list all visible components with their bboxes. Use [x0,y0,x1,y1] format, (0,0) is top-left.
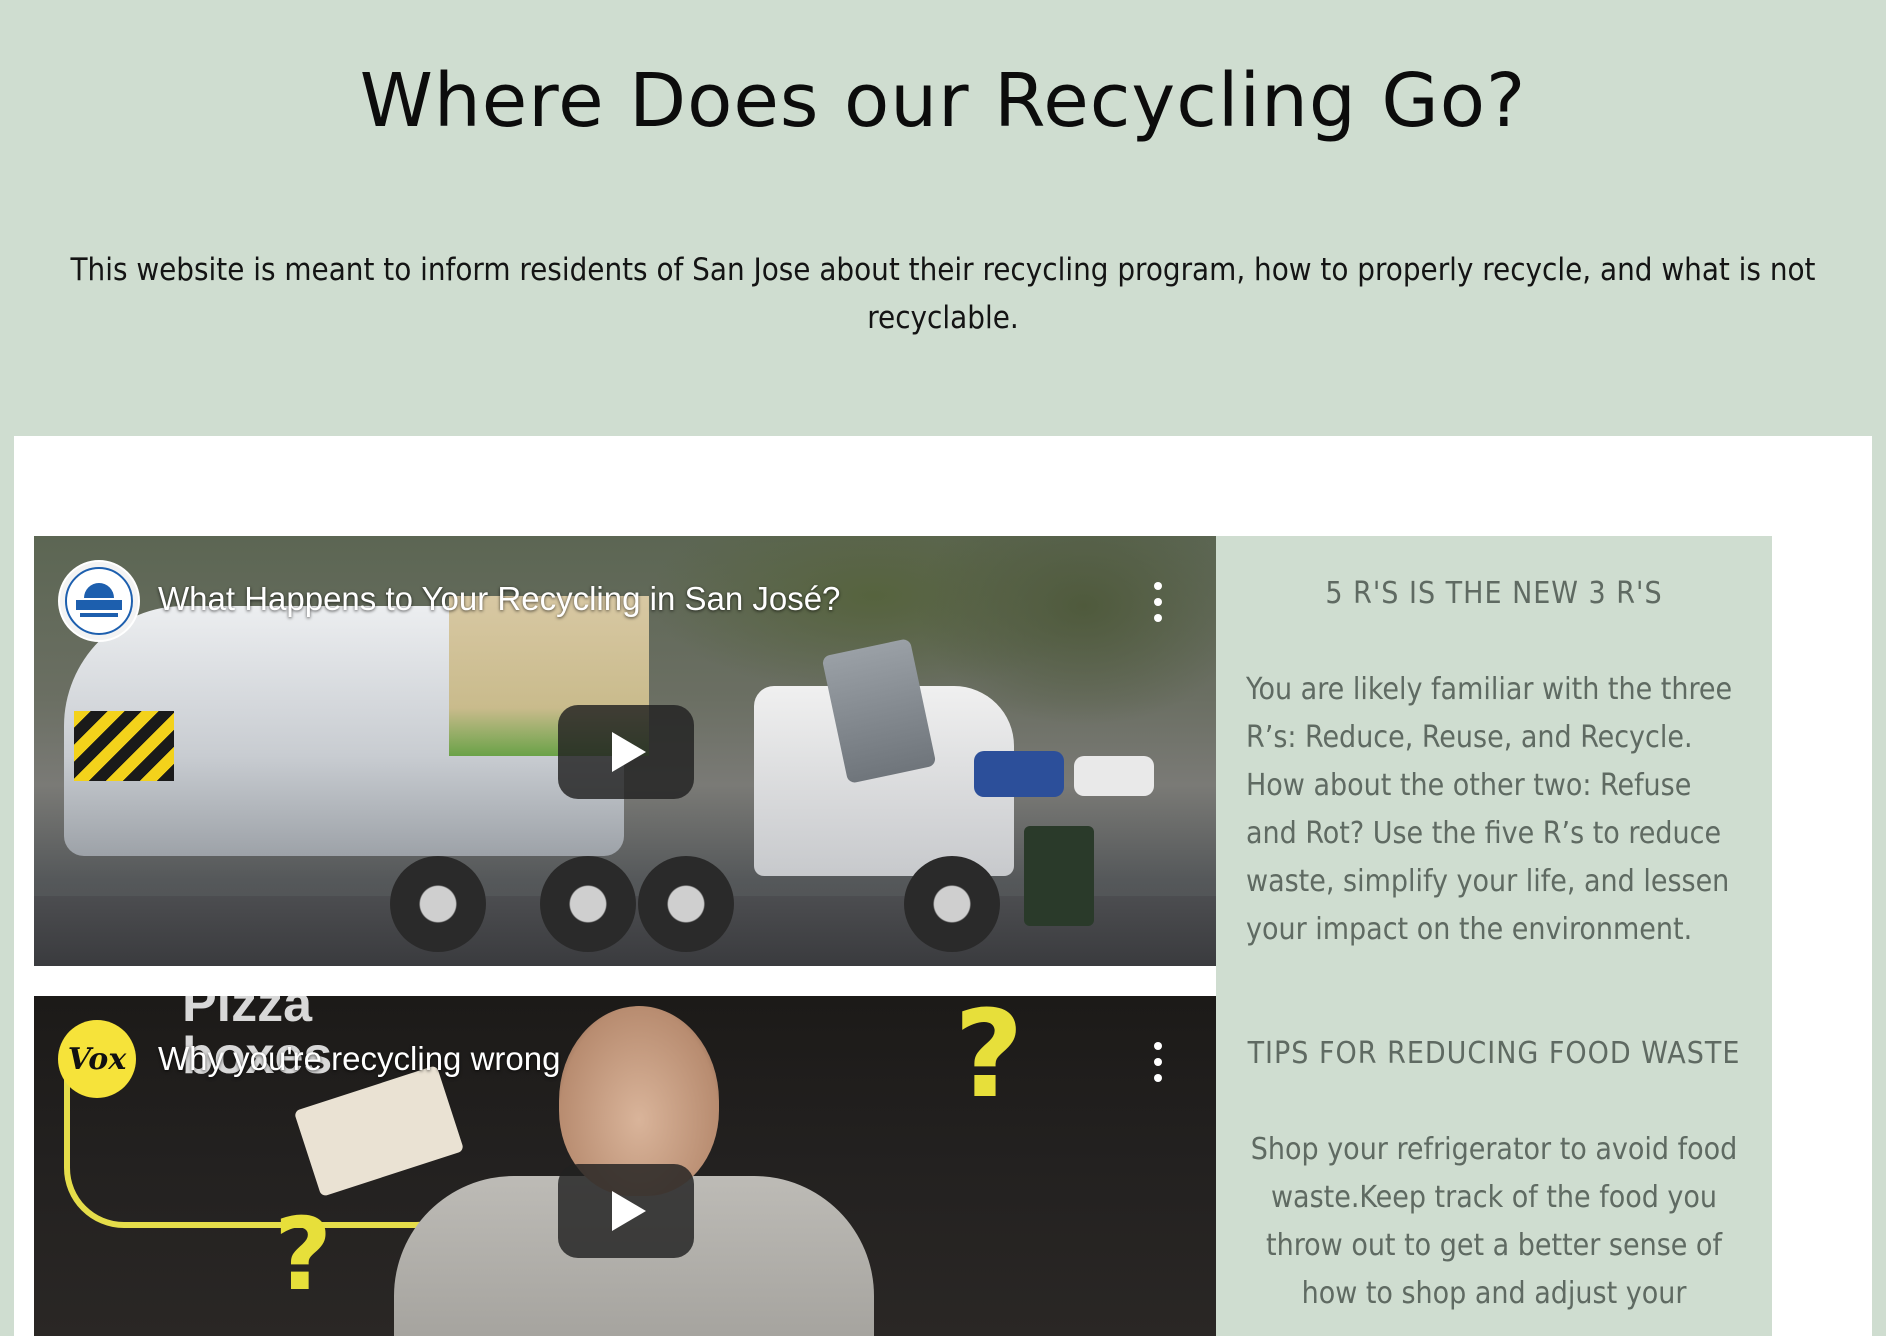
info-sidebar: 5 R'S IS THE NEW 3 R'S You are likely fa… [1216,536,1772,1336]
question-mark-icon: ? [274,1196,333,1313]
section-text-food-waste: Shop your refrigerator to avoid food was… [1250,1132,1738,1311]
thumbnail-caution-sign [74,711,174,781]
play-button[interactable] [558,705,694,799]
vox-logo-text: Vox [67,1041,127,1077]
question-mark-icon: ? [954,996,1024,1125]
more-options-icon[interactable] [1152,1042,1164,1082]
video-title[interactable]: What Happens to Your Recycling in San Jo… [158,580,840,618]
thumbnail-wheel [540,856,636,952]
section-text-5rs: You are likely familiar with the three R… [1246,672,1733,947]
video-embed-why-recycling-wrong[interactable]: Pizza boxes ? ? Vox Why you're recycling… [34,996,1216,1336]
video-embed-recycling-san-jose[interactable]: What Happens to Your Recycling in San Jo… [34,536,1216,966]
san-jose-channel-icon[interactable] [58,560,140,642]
section-heading-5rs: 5 R'S IS THE NEW 3 R'S [1325,576,1663,611]
page-title: Where Does our Recycling Go? [359,58,1527,144]
play-icon [612,1191,646,1231]
video-title[interactable]: Why you're recycling wrong [158,1040,560,1078]
san-jose-logo-icon [65,567,133,635]
thumbnail-wheel [904,856,1000,952]
thumbnail-bins [1024,826,1094,926]
vox-channel-icon[interactable]: Vox [58,1020,136,1098]
thumbnail-car [974,751,1064,797]
thumbnail-wheel [638,856,734,952]
thumbnail-car [1074,756,1154,796]
more-options-icon[interactable] [1152,582,1164,622]
thumbnail-wheel [390,856,486,952]
section-heading-food-waste: TIPS FOR REDUCING FOOD WASTE [1247,1036,1741,1071]
play-button[interactable] [558,1164,694,1258]
page-subtitle: This website is meant to inform resident… [70,252,1816,336]
play-icon [612,732,646,772]
